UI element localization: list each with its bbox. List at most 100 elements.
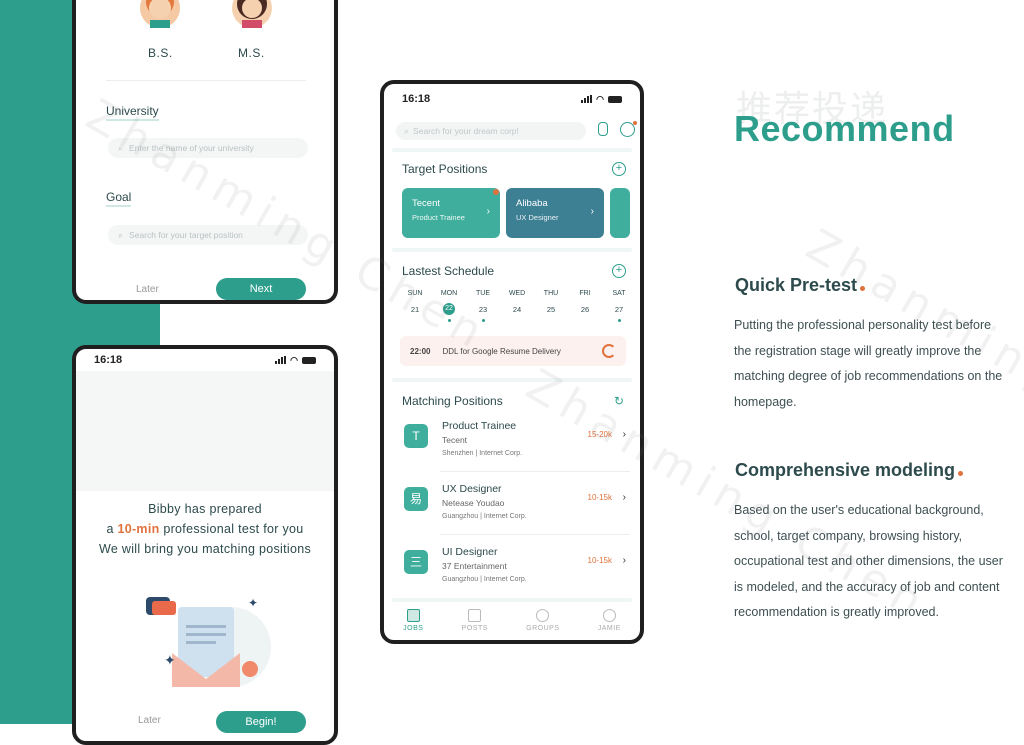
accent-dot-icon [958, 471, 964, 476]
chevron-right-icon: › [622, 555, 626, 566]
home-phone-screen: 16:18 ◠ ⌕ Search for your dream corp! Ta… [380, 80, 644, 644]
job-title: UX Designer [442, 483, 502, 495]
event-dot [618, 319, 621, 322]
next-button[interactable]: Next [216, 278, 306, 300]
target-positions-title: Target Positions [402, 162, 488, 176]
goal-placeholder: Search for your target position [129, 230, 243, 240]
day-label: THU [543, 290, 559, 297]
job-title: Product Trainee [442, 420, 517, 432]
jobs-icon [406, 608, 420, 622]
pretest-phone-screen: 16:18 ◠ Bibby has prepared a 10-min prof… [72, 345, 338, 745]
job-list-item[interactable]: T Product Trainee Tecent Shenzhen | Inte… [400, 420, 630, 470]
day-label: TUE [476, 290, 490, 297]
date-cell[interactable]: 25 [538, 305, 564, 314]
day-label: MON [440, 290, 458, 297]
add-target-icon[interactable]: + [612, 162, 626, 176]
signal-icon [275, 356, 287, 364]
date-cell[interactable]: 26 [572, 305, 598, 314]
signal-icon [581, 95, 593, 103]
status-time: 16:18 [402, 93, 431, 105]
target-card-partial[interactable] [610, 188, 630, 238]
job-salary: 15-20k [587, 430, 612, 439]
tab-jobs[interactable]: JOBS [403, 608, 424, 632]
later-button[interactable]: Later [138, 715, 161, 726]
tab-label: JOBS [403, 624, 424, 632]
day-label: FRI [579, 290, 591, 297]
target-card-company: Tecent [412, 198, 440, 209]
search-icon: ⌕ [118, 229, 124, 240]
section-divider [392, 148, 632, 152]
section-divider [392, 248, 632, 252]
search-placeholder: Search for your dream corp! [413, 126, 519, 136]
target-card-role: UX Designer [516, 213, 559, 222]
job-company: Tecent [442, 435, 468, 445]
ms-avatar-icon[interactable] [232, 0, 272, 30]
chevron-right-icon: › [622, 429, 626, 440]
svg-text:✦: ✦ [164, 652, 176, 668]
university-label: University [106, 104, 159, 121]
job-company: Netease Youdao [442, 498, 505, 508]
tab-groups[interactable]: GROUPS [526, 608, 559, 632]
top-background [76, 371, 334, 491]
accent-dot-icon [860, 286, 866, 291]
quick-pretest-paragraph: Putting the professional personality tes… [734, 318, 1003, 409]
refresh-icon[interactable]: ↻ [614, 394, 624, 408]
add-schedule-icon[interactable]: + [612, 264, 626, 278]
status-time: 16:18 [94, 354, 123, 366]
day-label: SUN [407, 290, 423, 297]
goal-input[interactable]: ⌕ Search for your target position [108, 225, 308, 245]
bs-avatar-icon[interactable] [140, 0, 180, 30]
wifi-icon: ◠ [596, 93, 604, 104]
bottom-tab-bar: JOBS POSTS GROUPS JAMIE [384, 600, 640, 640]
matching-title: Matching Positions [402, 394, 503, 408]
date-cell[interactable]: 23 [470, 305, 496, 314]
target-card-company: Alibaba [516, 198, 548, 209]
schedule-item[interactable]: 22:00 DDL for Google Resume Delivery [400, 336, 626, 366]
job-location: Guangzhou | Internet Corp. [442, 513, 527, 520]
date-cell[interactable]: 24 [504, 305, 530, 314]
begin-button[interactable]: Begin! [216, 711, 306, 733]
envelope-illustration-icon: ✦ ✦ [146, 596, 271, 687]
company-logo-icon: T [404, 424, 428, 448]
goal-label: Goal [106, 190, 132, 207]
pretest-line2: a 10-min professional test for you [106, 522, 304, 536]
target-card[interactable]: Alibaba UX Designer › [506, 188, 604, 238]
quick-pretest-heading: Quick Pre-test [735, 275, 866, 296]
chevron-right-icon: › [486, 206, 490, 217]
pretest-line1: Bibby has prepared [148, 502, 262, 516]
later-button[interactable]: Later [136, 284, 159, 295]
job-salary: 10-15k [587, 556, 612, 565]
teal-background-band-lower [0, 322, 74, 724]
event-dot [482, 319, 485, 322]
day-label: WED [508, 290, 526, 297]
university-input[interactable]: ⌕ Enter the name of your university [108, 138, 308, 158]
company-logo-icon: 易 [404, 487, 428, 511]
search-input[interactable]: ⌕ Search for your dream corp! [396, 122, 586, 140]
target-card-role: Product Trainee [412, 213, 465, 222]
event-dot [448, 319, 451, 322]
wifi-icon: ◠ [290, 354, 298, 365]
tab-jamie[interactable]: JAMIE [598, 608, 621, 632]
company-logo-icon: 三 [404, 550, 428, 574]
microphone-icon[interactable] [598, 122, 608, 136]
comprehensive-modeling-heading: Comprehensive modeling [735, 460, 964, 481]
tab-posts[interactable]: POSTS [461, 608, 488, 632]
job-salary: 10-15k [587, 493, 612, 502]
notification-dot [493, 189, 499, 195]
date-cell[interactable]: 27 [606, 305, 632, 314]
battery-icon [302, 356, 316, 364]
job-list-item[interactable]: 三 UI Designer 37 Entertainment Guangzhou… [400, 546, 630, 596]
job-list-item[interactable]: 易 UX Designer Netease Youdao Guangzhou |… [400, 483, 630, 533]
status-bar: 16:18 ◠ [76, 349, 334, 371]
tab-label: POSTS [461, 624, 488, 632]
pretest-line3: We will bring you matching positions [98, 542, 312, 556]
pretest-message: Bibby has prepared a 10-min professional… [76, 499, 334, 559]
schedule-title: Lastest Schedule [402, 264, 495, 278]
target-card[interactable]: Tecent Product Trainee › [402, 188, 500, 238]
schedule-time: 22:00 [410, 346, 431, 356]
date-cell[interactable]: 21 [402, 305, 428, 314]
robot-icon[interactable] [620, 121, 637, 137]
job-company: 37 Entertainment [442, 561, 507, 571]
date-cell-selected[interactable]: 22 [443, 303, 455, 315]
profile-icon [602, 608, 616, 622]
